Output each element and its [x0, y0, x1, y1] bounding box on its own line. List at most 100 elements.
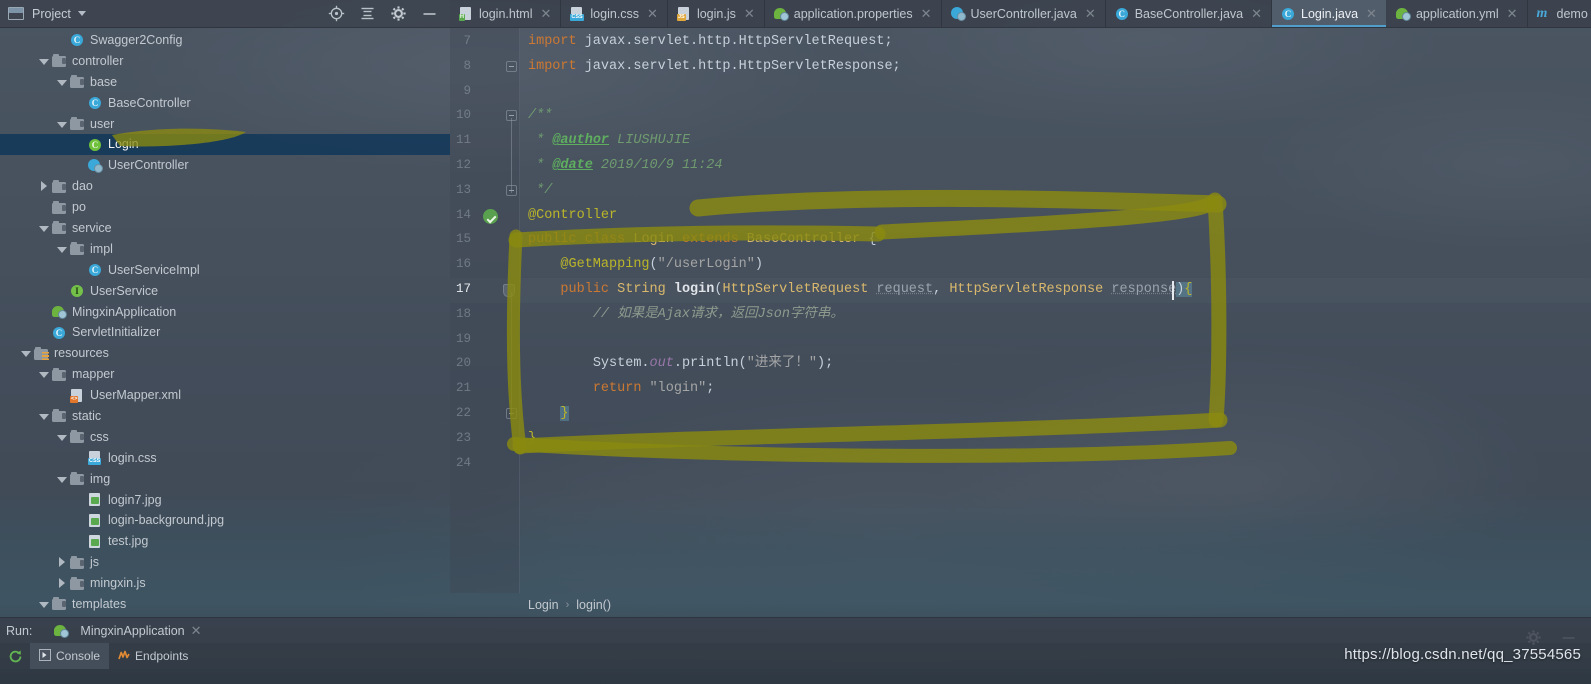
chevron-down-icon[interactable]	[38, 411, 49, 422]
tree-item-servletinitializer[interactable]: ServletInitializer	[0, 322, 450, 343]
line-number: 13	[455, 182, 471, 197]
code-content[interactable]: import javax.servlet.http.HttpServletReq…	[520, 28, 1591, 593]
code-line[interactable]: public class Login extends BaseControlle…	[528, 228, 876, 253]
tree-item-mingxinapplication[interactable]: MingxinApplication	[0, 302, 450, 323]
code-line[interactable]: System.out.println("进来了！");	[528, 352, 833, 377]
code-line[interactable]: /**	[528, 104, 552, 129]
minimize-icon[interactable]	[421, 5, 438, 22]
tab-login-java[interactable]: Login.java ✕	[1272, 0, 1387, 27]
code-line[interactable]: public String login(HttpServletRequest r…	[528, 278, 1193, 303]
tree-item-base[interactable]: base	[0, 72, 450, 93]
code-line[interactable]: @Controller	[528, 204, 617, 229]
code-line[interactable]: import javax.servlet.http.HttpServletRes…	[528, 55, 901, 80]
tab-console[interactable]: Console	[30, 643, 110, 669]
tab-endpoints[interactable]: Endpoints	[109, 643, 197, 669]
chevron-down-icon[interactable]	[38, 223, 49, 234]
tree-item-label: BaseController	[108, 95, 191, 110]
tab-login-js[interactable]: JS login.js ✕	[668, 0, 765, 27]
override-gutter-icon[interactable]	[503, 284, 515, 297]
tree-item-swagger2config[interactable]: Swagger2Config	[0, 30, 450, 51]
tab-application-yml[interactable]: application.yml ✕	[1387, 0, 1528, 27]
code-line[interactable]: * @author LIUSHUJIE	[528, 129, 690, 154]
tree-item-login7-jpg[interactable]: login7.jpg	[0, 490, 450, 511]
tree-item-img[interactable]: img	[0, 469, 450, 490]
locate-icon[interactable]	[328, 5, 345, 22]
close-icon[interactable]: ✕	[1251, 7, 1262, 20]
close-icon[interactable]: ✕	[191, 623, 202, 639]
tab-usercontroller-java[interactable]: UserController.java ✕	[942, 0, 1106, 27]
breadcrumb-method[interactable]: login()	[576, 598, 611, 612]
project-file-tree[interactable]: Swagger2Config controller base BaseControll…	[0, 28, 450, 617]
tree-item-service[interactable]: service	[0, 218, 450, 239]
tree-item-dao[interactable]: dao	[0, 176, 450, 197]
run-configuration-tab[interactable]: MingxinApplication ✕	[54, 623, 202, 639]
tree-item-mingxin-js[interactable]: mingxin.js	[0, 573, 450, 594]
tab-login-css[interactable]: CSS login.css ✕	[561, 0, 668, 27]
code-editor[interactable]: 7 8 9 10 11 12 13 14 15 16 17 18 19 20 21 22 23 24 import…	[450, 28, 1591, 593]
code-line[interactable]: // 如果是Ajax请求，返回Json字符串。	[528, 303, 844, 328]
code-line[interactable]: }	[528, 402, 569, 427]
close-icon[interactable]: ✕	[921, 7, 932, 20]
gear-icon[interactable]	[390, 5, 407, 22]
chevron-down-icon[interactable]	[38, 599, 49, 610]
chevron-down-icon[interactable]	[56, 244, 67, 255]
tree-item-css[interactable]: css	[0, 427, 450, 448]
tree-item-usercontroller[interactable]: UserController	[0, 155, 450, 176]
chevron-down-icon[interactable]	[20, 348, 31, 359]
chevron-down-icon[interactable]	[38, 56, 49, 67]
tree-item-impl[interactable]: impl	[0, 239, 450, 260]
tree-item-test-jpg[interactable]: test.jpg	[0, 531, 450, 552]
tree-item-static[interactable]: static	[0, 406, 450, 427]
tree-item-userservice[interactable]: UserService	[0, 281, 450, 302]
breadcrumb-class[interactable]: Login	[528, 598, 559, 612]
code-line[interactable]: import javax.servlet.http.HttpServletReq…	[528, 30, 893, 55]
chevron-down-icon[interactable]	[38, 369, 49, 380]
editor-gutter[interactable]: 7 8 9 10 11 12 13 14 15 16 17 18 19 20 21 22 23 24	[450, 28, 520, 593]
rerun-icon[interactable]	[0, 643, 30, 669]
close-icon[interactable]: ✕	[1085, 7, 1096, 20]
fold-toggle-icon[interactable]	[506, 60, 517, 72]
tab-basecontroller-java[interactable]: BaseController.java ✕	[1106, 0, 1273, 27]
tab-login-html[interactable]: Hlogin.html ✕	[450, 0, 562, 27]
chevron-down-icon[interactable]	[56, 474, 67, 485]
collapse-all-icon[interactable]	[359, 5, 376, 22]
chevron-right-icon[interactable]	[56, 557, 67, 568]
tree-item-user[interactable]: user	[0, 114, 450, 135]
tree-item-login[interactable]: C Login	[0, 134, 450, 156]
tree-item-controller[interactable]: controller	[0, 51, 450, 72]
code-line[interactable]: @GetMapping("/userLogin")	[528, 253, 763, 278]
tree-item-label: impl	[90, 241, 113, 256]
tab-application-properties[interactable]: application.properties ✕	[765, 0, 942, 27]
tree-item-login-css[interactable]: CSS login.css	[0, 448, 450, 469]
line-number: 19	[455, 331, 471, 346]
tab-demo[interactable]: demo✕	[1528, 0, 1591, 27]
tree-item-js[interactable]: js	[0, 552, 450, 573]
code-line[interactable]: * @date 2019/10/9 11:24	[528, 154, 722, 179]
close-icon[interactable]: ✕	[1507, 7, 1518, 20]
chevron-down-icon[interactable]	[56, 119, 67, 130]
close-icon[interactable]: ✕	[1366, 7, 1377, 20]
code-line[interactable]: return "login";	[528, 377, 715, 402]
chevron-right-icon[interactable]	[56, 578, 67, 589]
chevron-down-icon[interactable]	[56, 432, 67, 443]
code-line[interactable]: */	[528, 179, 552, 204]
editor-tab-bar[interactable]: Hlogin.html ✕ CSS login.css ✕ JS login.js ✕ appl…	[450, 0, 1591, 28]
breadcrumb[interactable]: Login › login()	[450, 593, 1591, 617]
code-line[interactable]: }	[528, 427, 536, 452]
chevron-down-icon[interactable]	[56, 77, 67, 88]
tree-item-resources[interactable]: resources	[0, 343, 450, 364]
run-gutter-icon[interactable]	[483, 208, 498, 224]
console-output-area[interactable]	[0, 669, 1591, 684]
tree-item-templates[interactable]: templates	[0, 594, 450, 615]
tree-item-basecontroller[interactable]: BaseController	[0, 93, 450, 114]
tree-item-usermapper-xml[interactable]: <> UserMapper.xml	[0, 385, 450, 406]
tree-item-mapper[interactable]: mapper	[0, 364, 450, 385]
tree-item-userserviceimpl[interactable]: UserServiceImpl	[0, 260, 450, 281]
tree-item-login-background-jpg[interactable]: login-background.jpg	[0, 510, 450, 531]
close-icon[interactable]: ✕	[744, 7, 755, 20]
close-icon[interactable]: ✕	[541, 7, 552, 20]
close-icon[interactable]: ✕	[647, 7, 658, 20]
tree-item-po[interactable]: po	[0, 197, 450, 218]
chevron-down-icon[interactable]	[77, 11, 86, 16]
chevron-right-icon[interactable]	[38, 181, 49, 192]
